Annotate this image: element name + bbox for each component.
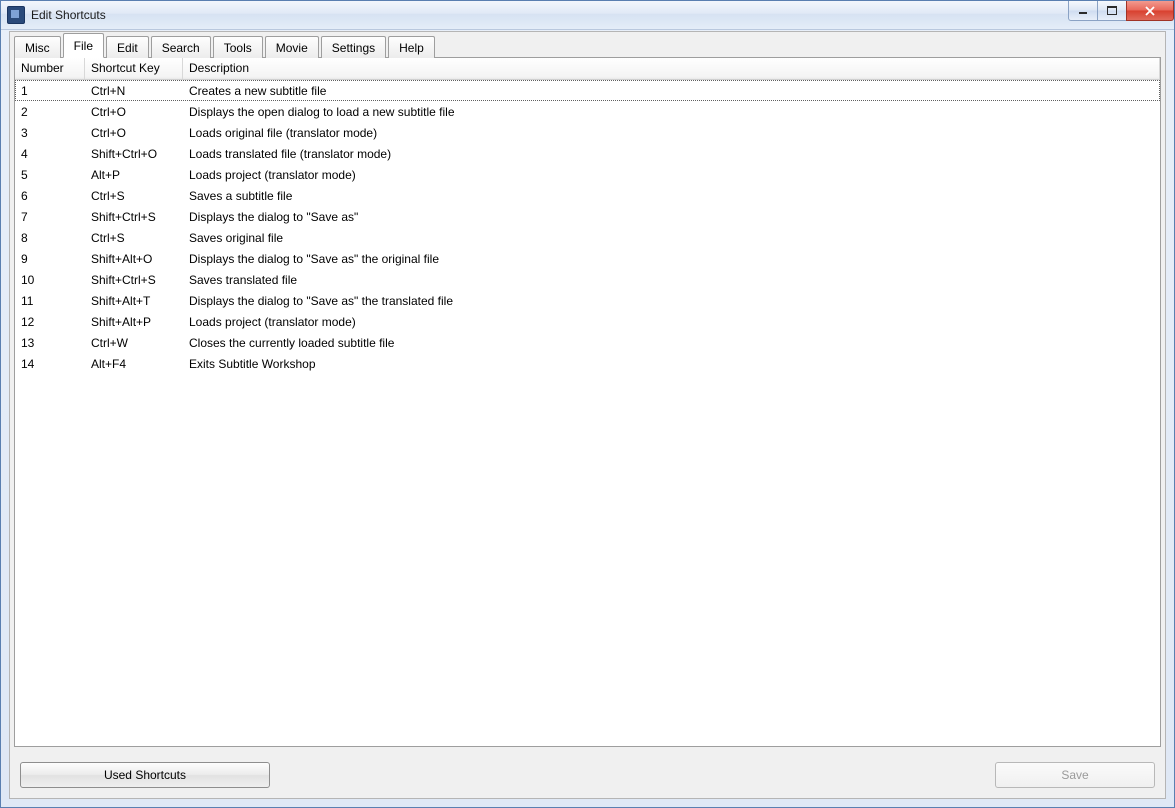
tab-misc[interactable]: Misc	[14, 36, 61, 58]
close-icon	[1144, 6, 1156, 16]
maximize-icon	[1107, 6, 1118, 16]
cell-number: 3	[15, 126, 85, 140]
table-row[interactable]: 8Ctrl+SSaves original file	[15, 227, 1160, 248]
cell-number: 11	[15, 294, 85, 308]
cell-shortcut: Ctrl+O	[85, 105, 183, 119]
cell-shortcut: Shift+Alt+P	[85, 315, 183, 329]
cell-description: Displays the open dialog to load a new s…	[183, 105, 1160, 119]
dialog-footer: Used Shortcuts Save	[14, 748, 1161, 794]
table-row[interactable]: 10Shift+Ctrl+SSaves translated file	[15, 269, 1160, 290]
tab-bar: MiscFileEditSearchToolsMovieSettingsHelp	[14, 36, 1161, 58]
cell-shortcut: Shift+Ctrl+S	[85, 210, 183, 224]
cell-number: 13	[15, 336, 85, 350]
tab-help[interactable]: Help	[388, 36, 435, 58]
column-header-description[interactable]: Description	[183, 58, 1160, 79]
cell-shortcut: Ctrl+S	[85, 231, 183, 245]
table-row[interactable]: 9Shift+Alt+ODisplays the dialog to "Save…	[15, 248, 1160, 269]
cell-description: Loads translated file (translator mode)	[183, 147, 1160, 161]
window: Edit Shortcuts MiscFileEditSearchToolsMo…	[0, 0, 1175, 808]
cell-description: Exits Subtitle Workshop	[183, 357, 1160, 371]
maximize-button[interactable]	[1097, 1, 1127, 21]
minimize-icon	[1078, 6, 1088, 16]
table-body[interactable]: 1Ctrl+NCreates a new subtitle file2Ctrl+…	[15, 80, 1160, 746]
cell-shortcut: Shift+Alt+T	[85, 294, 183, 308]
cell-description: Saves a subtitle file	[183, 189, 1160, 203]
titlebar[interactable]: Edit Shortcuts	[1, 1, 1174, 30]
tab-search[interactable]: Search	[151, 36, 211, 58]
table-row[interactable]: 7Shift+Ctrl+SDisplays the dialog to "Sav…	[15, 206, 1160, 227]
app-icon	[7, 6, 25, 24]
cell-shortcut: Alt+F4	[85, 357, 183, 371]
cell-shortcut: Ctrl+W	[85, 336, 183, 350]
cell-description: Loads original file (translator mode)	[183, 126, 1160, 140]
tab-movie[interactable]: Movie	[265, 36, 319, 58]
table-row[interactable]: 13Ctrl+WCloses the currently loaded subt…	[15, 332, 1160, 353]
table-row[interactable]: 5Alt+PLoads project (translator mode)	[15, 164, 1160, 185]
cell-description: Loads project (translator mode)	[183, 315, 1160, 329]
cell-number: 1	[15, 84, 85, 98]
cell-number: 2	[15, 105, 85, 119]
used-shortcuts-button[interactable]: Used Shortcuts	[20, 762, 270, 788]
cell-number: 8	[15, 231, 85, 245]
cell-description: Displays the dialog to "Save as"	[183, 210, 1160, 224]
tab-settings[interactable]: Settings	[321, 36, 386, 58]
cell-number: 9	[15, 252, 85, 266]
table-row[interactable]: 1Ctrl+NCreates a new subtitle file	[15, 80, 1160, 101]
cell-description: Displays the dialog to "Save as" the tra…	[183, 294, 1160, 308]
table-row[interactable]: 14Alt+F4Exits Subtitle Workshop	[15, 353, 1160, 374]
cell-shortcut: Shift+Ctrl+S	[85, 273, 183, 287]
table-row[interactable]: 12Shift+Alt+PLoads project (translator m…	[15, 311, 1160, 332]
cell-description: Saves original file	[183, 231, 1160, 245]
table-header: Number Shortcut Key Description	[15, 58, 1160, 80]
cell-shortcut: Shift+Ctrl+O	[85, 147, 183, 161]
column-header-shortcut[interactable]: Shortcut Key	[85, 58, 183, 79]
cell-number: 6	[15, 189, 85, 203]
table-row[interactable]: 6Ctrl+SSaves a subtitle file	[15, 185, 1160, 206]
cell-shortcut: Ctrl+N	[85, 84, 183, 98]
cell-shortcut: Ctrl+O	[85, 126, 183, 140]
table-row[interactable]: 3Ctrl+OLoads original file (translator m…	[15, 122, 1160, 143]
cell-number: 10	[15, 273, 85, 287]
column-header-number[interactable]: Number	[15, 58, 85, 79]
cell-description: Closes the currently loaded subtitle fil…	[183, 336, 1160, 350]
cell-number: 4	[15, 147, 85, 161]
cell-description: Creates a new subtitle file	[183, 84, 1160, 98]
close-button[interactable]	[1126, 1, 1174, 21]
cell-description: Loads project (translator mode)	[183, 168, 1160, 182]
cell-number: 7	[15, 210, 85, 224]
cell-number: 12	[15, 315, 85, 329]
tab-tools[interactable]: Tools	[213, 36, 263, 58]
cell-number: 5	[15, 168, 85, 182]
cell-shortcut: Alt+P	[85, 168, 183, 182]
tab-panel-file: Number Shortcut Key Description 1Ctrl+NC…	[14, 57, 1161, 747]
window-controls	[1069, 1, 1174, 29]
tab-file[interactable]: File	[63, 33, 104, 58]
table-row[interactable]: 2Ctrl+ODisplays the open dialog to load …	[15, 101, 1160, 122]
client-area: MiscFileEditSearchToolsMovieSettingsHelp…	[9, 31, 1166, 799]
window-title: Edit Shortcuts	[31, 8, 106, 22]
tab-edit[interactable]: Edit	[106, 36, 149, 58]
save-button[interactable]: Save	[995, 762, 1155, 788]
table-row[interactable]: 11Shift+Alt+TDisplays the dialog to "Sav…	[15, 290, 1160, 311]
cell-number: 14	[15, 357, 85, 371]
cell-description: Saves translated file	[183, 273, 1160, 287]
cell-description: Displays the dialog to "Save as" the ori…	[183, 252, 1160, 266]
cell-shortcut: Ctrl+S	[85, 189, 183, 203]
table-row[interactable]: 4Shift+Ctrl+OLoads translated file (tran…	[15, 143, 1160, 164]
cell-shortcut: Shift+Alt+O	[85, 252, 183, 266]
minimize-button[interactable]	[1068, 1, 1098, 21]
